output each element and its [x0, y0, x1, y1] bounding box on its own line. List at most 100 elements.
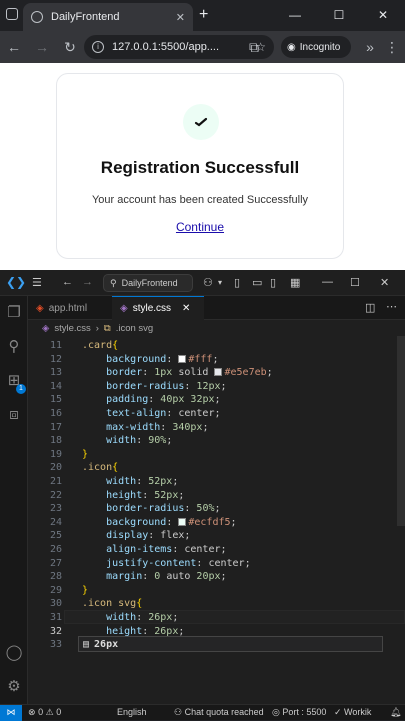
- customize-layout-icon[interactable]: ▦: [290, 276, 300, 289]
- problems-indicator[interactable]: ⊗ 0 ⚠ 0: [28, 707, 61, 718]
- tab-app-html[interactable]: ◈ app.html: [28, 296, 112, 320]
- back-button[interactable]: ←: [0, 39, 28, 55]
- status-bar: ⋈ ⊗ 0 ⚠ 0 English ⚇ Chat quota reached ◎…: [0, 704, 405, 721]
- line-number: 19: [49, 448, 62, 460]
- editor-scrollbar[interactable]: [397, 336, 405, 526]
- incognito-badge[interactable]: ◉ Incognito: [281, 36, 351, 58]
- line-number: 11: [49, 340, 62, 351]
- code-line: text-align: center;: [106, 408, 221, 419]
- globe-icon: [31, 11, 43, 23]
- menu-icon[interactable]: ☰: [32, 276, 42, 289]
- back-arrow-icon[interactable]: ←: [62, 276, 73, 288]
- new-tab-button[interactable]: +: [199, 6, 208, 24]
- settings-gear-icon[interactable]: ⚙: [5, 678, 23, 696]
- continue-link[interactable]: Continue: [57, 220, 343, 234]
- site-info-icon[interactable]: i: [92, 41, 104, 53]
- browser-toolbar: ← → ↻ i 127.0.0.1:5500/app.... ☆ ⧉ ◉ Inc…: [0, 31, 405, 63]
- close-tab-icon[interactable]: ✕: [176, 11, 185, 24]
- code-line: align-items: center;: [106, 544, 227, 555]
- workik-status[interactable]: ✓ Workik: [334, 707, 371, 718]
- autocomplete-suggestion[interactable]: ▤ 26px: [78, 636, 383, 652]
- forward-arrow-icon[interactable]: →: [82, 276, 93, 288]
- value-icon: ▤: [83, 638, 90, 650]
- menu-icon[interactable]: ⋮: [378, 39, 405, 56]
- remote-explorer-icon[interactable]: ⧈: [5, 406, 23, 424]
- split-editor-icon[interactable]: ◫: [365, 301, 375, 314]
- notifications-bell-icon[interactable]: 🔔︎: [390, 707, 401, 718]
- command-center-search[interactable]: ⚲ DailyFrontend: [103, 274, 193, 292]
- close-window-button[interactable]: ✕: [361, 0, 405, 31]
- account-icon[interactable]: ◯: [5, 644, 23, 662]
- breadcrumb-file[interactable]: style.css: [54, 323, 90, 334]
- code-line: max-width: 340px;: [106, 421, 209, 433]
- page-title: Registration Successfull: [100, 158, 300, 177]
- breadcrumb-symbol[interactable]: .icon svg: [116, 323, 154, 334]
- live-server-port[interactable]: ◎ Port : 5500: [272, 707, 326, 718]
- tab-style-css[interactable]: ◈ style.css ✕: [112, 296, 204, 320]
- remote-indicator[interactable]: ⋈: [0, 705, 22, 721]
- search-label: DailyFrontend: [121, 278, 178, 288]
- tab-label: style.css: [132, 303, 172, 314]
- close-tab-icon[interactable]: ✕: [182, 303, 190, 314]
- code-line: display: flex;: [106, 530, 191, 542]
- broadcast-icon: ◎: [272, 707, 280, 717]
- toggle-sidebar-icon[interactable]: ▯: [234, 276, 240, 289]
- html-file-icon: ◈: [36, 302, 44, 314]
- vscode-window: ❮❯ ☰ ← → ⚲ DailyFrontend ⚇ ▾ ▯ ▭ ▯ ▦ — ☐…: [0, 270, 405, 721]
- tab-search-icon[interactable]: [6, 8, 18, 20]
- window-controls: — ☐ ✕: [273, 0, 405, 31]
- explorer-icon[interactable]: ❐: [5, 304, 23, 322]
- chevron-right-icon: ›: [95, 322, 99, 334]
- speech-language[interactable]: English: [117, 707, 147, 717]
- line-number: 29: [49, 584, 62, 596]
- port-label: Port : 5500: [282, 707, 327, 717]
- maximize-button[interactable]: ☐: [317, 0, 361, 31]
- copilot-icon[interactable]: ⚇: [203, 276, 213, 289]
- browser-tab[interactable]: DailyFrontend ✕: [23, 3, 193, 31]
- warning-count: 0: [56, 707, 62, 717]
- warning-icon: ⚠: [45, 707, 54, 717]
- line-number: 27: [49, 557, 62, 569]
- incognito-icon: ◉: [287, 41, 296, 53]
- symbol-icon: ⧉: [103, 322, 111, 334]
- code-line: margin: 0 auto 20px;: [106, 571, 227, 583]
- line-number: 26: [49, 544, 62, 555]
- line-number: 24: [49, 516, 62, 528]
- page-viewport: Registration Successfull Your account ha…: [0, 63, 405, 270]
- tab-strip: DailyFrontend ✕ + — ☐ ✕: [0, 0, 405, 31]
- editor-tabs: ◈ app.html ◈ style.css ✕ ◫ ⋯: [28, 296, 405, 320]
- search-icon[interactable]: ⚲: [5, 338, 23, 356]
- code-line: height: 52px;: [106, 489, 185, 501]
- code-editor[interactable]: 11 .card{12 background: #fff; 13 border: 1…: [28, 336, 405, 704]
- code-line: width: 90%;: [106, 435, 173, 447]
- error-icon: ⊗: [28, 707, 36, 717]
- toggle-panel-icon[interactable]: ▭: [252, 276, 262, 289]
- code-line: border: 1px solid #e5e7eb;: [106, 367, 273, 379]
- line-number: 32: [49, 625, 62, 637]
- code-line: background: #fff;: [106, 353, 219, 365]
- chat-status[interactable]: ⚇ Chat quota reached: [174, 707, 264, 718]
- search-icon: ⚲: [110, 277, 117, 288]
- code-line: justify-content: center;: [106, 557, 251, 569]
- maximize-button[interactable]: ☐: [350, 276, 360, 289]
- line-number: 30: [49, 598, 62, 610]
- extensions-icon[interactable]: ⧉: [240, 39, 268, 56]
- code-line: }: [82, 584, 89, 596]
- code-line: border-radius: 50%;: [106, 503, 221, 515]
- more-actions-icon[interactable]: ⋯: [386, 300, 397, 313]
- success-card: Registration Successfull Your account ha…: [56, 73, 344, 259]
- minimize-button[interactable]: —: [273, 0, 317, 31]
- close-window-button[interactable]: ✕: [380, 276, 389, 289]
- chevron-down-icon[interactable]: ▾: [218, 278, 222, 287]
- code-line: width: 52px;: [106, 476, 179, 487]
- forward-button[interactable]: →: [28, 39, 56, 55]
- code-line: background: #ecfdf5;: [106, 516, 237, 528]
- suggestion-label: 26px: [94, 638, 119, 650]
- minimize-button[interactable]: —: [322, 276, 333, 288]
- line-number: 13: [49, 367, 62, 379]
- line-number: 22: [49, 489, 62, 501]
- line-number: 14: [49, 380, 62, 392]
- code-line: .card{: [82, 340, 119, 351]
- toggle-secondary-sidebar-icon[interactable]: ▯: [270, 276, 276, 289]
- reload-button[interactable]: ↻: [56, 39, 84, 56]
